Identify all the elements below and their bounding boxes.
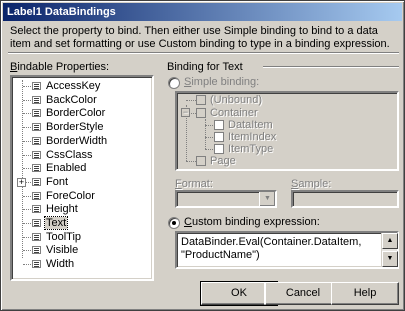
simple-binding-label: Simple binding: — [184, 76, 259, 88]
property-item-label: AccessKey — [46, 80, 101, 92]
property-item-label: BorderStyle — [46, 121, 104, 134]
group-frame-line — [263, 66, 399, 68]
expand-icon[interactable]: + — [17, 177, 26, 187]
property-icon — [32, 82, 41, 90]
tree-connector — [23, 86, 31, 87]
property-item-label: ToolTip — [46, 230, 82, 243]
property-icon — [32, 219, 41, 227]
scroll-up-icon[interactable]: ▲ — [382, 233, 398, 249]
custom-binding-label-text: ustom binding expression: — [191, 216, 320, 228]
tree-connector — [205, 119, 206, 149]
format-label: Format: — [175, 178, 213, 190]
property-icon — [32, 109, 41, 118]
tree-connector — [23, 140, 31, 142]
page-icon — [196, 156, 206, 166]
custom-expression-text: DataBinder.Eval(Container.DataItem, "Pro… — [181, 236, 362, 261]
cancel-button[interactable]: Cancel — [265, 282, 341, 305]
binding-group-title: Binding for Text — [167, 61, 243, 73]
property-item-label: Width — [46, 258, 75, 271]
tree-connector — [23, 127, 31, 129]
simple-binding-tree[interactable]: (Unbound) − Container DataItem ItemIndex… — [175, 91, 399, 171]
databindings-dialog: Label1 DataBindings Select the property … — [0, 0, 405, 311]
title-bar[interactable]: Label1 DataBindings — [3, 3, 402, 21]
tree-connector — [23, 195, 31, 197]
custom-binding-label: Custom binding expression: — [184, 216, 320, 228]
property-icon — [214, 144, 224, 154]
tree-connector — [23, 209, 31, 211]
property-item-label: Font — [46, 175, 69, 188]
tree-connector — [23, 154, 31, 156]
tree-connector — [205, 149, 213, 150]
property-item-label: BorderColor — [46, 107, 106, 120]
property-icon — [32, 150, 41, 159]
tree-node-itemindex-label: ItemIndex — [228, 131, 277, 143]
separator — [8, 52, 399, 54]
property-icon — [32, 164, 41, 173]
property-item-label: Enabled — [46, 162, 87, 175]
property-item-label: ForeColor — [46, 189, 95, 202]
format-accelerator: F — [175, 178, 182, 190]
tree-connector — [23, 99, 31, 101]
window-title: Label1 DataBindings — [7, 6, 116, 18]
tree-node-dataitem-label: DataItem — [228, 119, 273, 131]
tree-connector — [23, 264, 31, 266]
simple-binding-radio[interactable] — [168, 77, 180, 89]
tree-node-container-label: Container — [210, 107, 258, 119]
property-icon — [214, 120, 224, 130]
property-item-label: BorderWidth — [46, 134, 108, 147]
property-item-label: CssClass — [46, 148, 93, 161]
help-button[interactable]: Help — [331, 282, 399, 305]
tree-connector — [23, 250, 31, 252]
property-icon — [32, 205, 41, 214]
property-item-label: Text — [43, 216, 69, 230]
tree-connector — [205, 137, 213, 138]
property-icon — [32, 191, 41, 200]
tree-connector — [23, 168, 31, 170]
property-icon — [32, 123, 41, 132]
property-item-label: Height — [46, 203, 78, 216]
custom-binding-accelerator: C — [184, 216, 192, 228]
simple-binding-label-text: imple binding: — [191, 76, 260, 88]
property-icon — [214, 132, 224, 142]
sample-label: Sample: — [291, 178, 331, 190]
sample-label-text: ample: — [298, 178, 332, 190]
tree-node-page-label: Page — [210, 155, 236, 167]
chevron-down-icon[interactable]: ▼ — [259, 192, 275, 206]
property-icon — [32, 177, 41, 186]
expression-scrollbar[interactable]: ▲ ▼ — [381, 233, 398, 267]
format-combobox[interactable]: ▼ — [175, 190, 277, 208]
tree-connector — [186, 161, 196, 162]
format-label-text: ormat: — [181, 178, 213, 190]
custom-binding-radio[interactable] — [168, 217, 180, 229]
tree-connector — [23, 223, 31, 224]
tree-node-itemtype-label: ItemType — [228, 143, 274, 155]
custom-expression-input[interactable]: DataBinder.Eval(Container.DataItem, "Pro… — [175, 231, 399, 269]
tree-connector — [23, 236, 31, 238]
property-icon — [32, 260, 41, 269]
property-item-label: Visible — [46, 244, 79, 257]
container-icon — [196, 108, 206, 118]
property-icon — [32, 95, 41, 104]
bindable-properties-label: Bindable Properties: — [10, 61, 109, 73]
tree-connector — [23, 113, 31, 115]
bindable-tree-content: AccessKey BackColor BorderColor BorderStyle… — [14, 80, 150, 276]
sample-field[interactable] — [291, 190, 399, 208]
tree-connector — [205, 125, 213, 126]
unbound-icon — [196, 95, 206, 105]
collapse-icon[interactable]: − — [181, 108, 190, 117]
tree-node-unbound-label: (Unbound) — [210, 94, 262, 106]
property-item-label: BackColor — [46, 93, 97, 106]
description-text: Select the property to bind. Then either… — [10, 25, 390, 50]
bindable-properties-tree[interactable]: AccessKey BackColor BorderColor BorderStyle… — [10, 75, 154, 281]
scroll-down-icon[interactable]: ▼ — [382, 251, 398, 267]
property-icon — [32, 232, 41, 241]
property-icon — [32, 136, 41, 145]
tree-connector — [186, 100, 196, 101]
property-icon — [32, 246, 41, 255]
bindable-properties-label-text: indable Properties: — [17, 61, 110, 73]
